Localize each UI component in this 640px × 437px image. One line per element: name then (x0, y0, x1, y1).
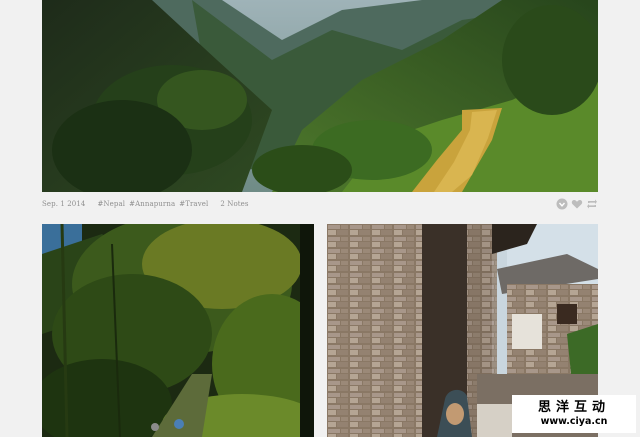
reblog-icon[interactable] (586, 198, 598, 210)
tag-link[interactable]: #Annapurna (129, 200, 175, 208)
jungle-photo[interactable] (42, 224, 314, 437)
post-meta-bar: Sep. 1 2014 #Nepal #Annapurna #Travel 2 … (42, 194, 598, 214)
watermark-url: www.ciya.cn (540, 415, 608, 427)
hero-photo[interactable] (42, 0, 598, 192)
heart-icon[interactable] (571, 198, 583, 210)
watermark: 思洋互动 www.ciya.cn (512, 395, 636, 433)
tag-link[interactable]: #Nepal (97, 200, 125, 208)
post-date[interactable]: Sep. 1 2014 (42, 200, 85, 208)
post-actions (556, 194, 598, 214)
jungle-path-image (42, 224, 314, 437)
tag-link[interactable]: #Travel (179, 200, 208, 208)
share-icon[interactable] (556, 198, 568, 210)
watermark-title: 思洋互动 (537, 399, 610, 415)
notes-count[interactable]: 2 Notes (220, 200, 248, 208)
mountain-valley-image (42, 0, 598, 192)
